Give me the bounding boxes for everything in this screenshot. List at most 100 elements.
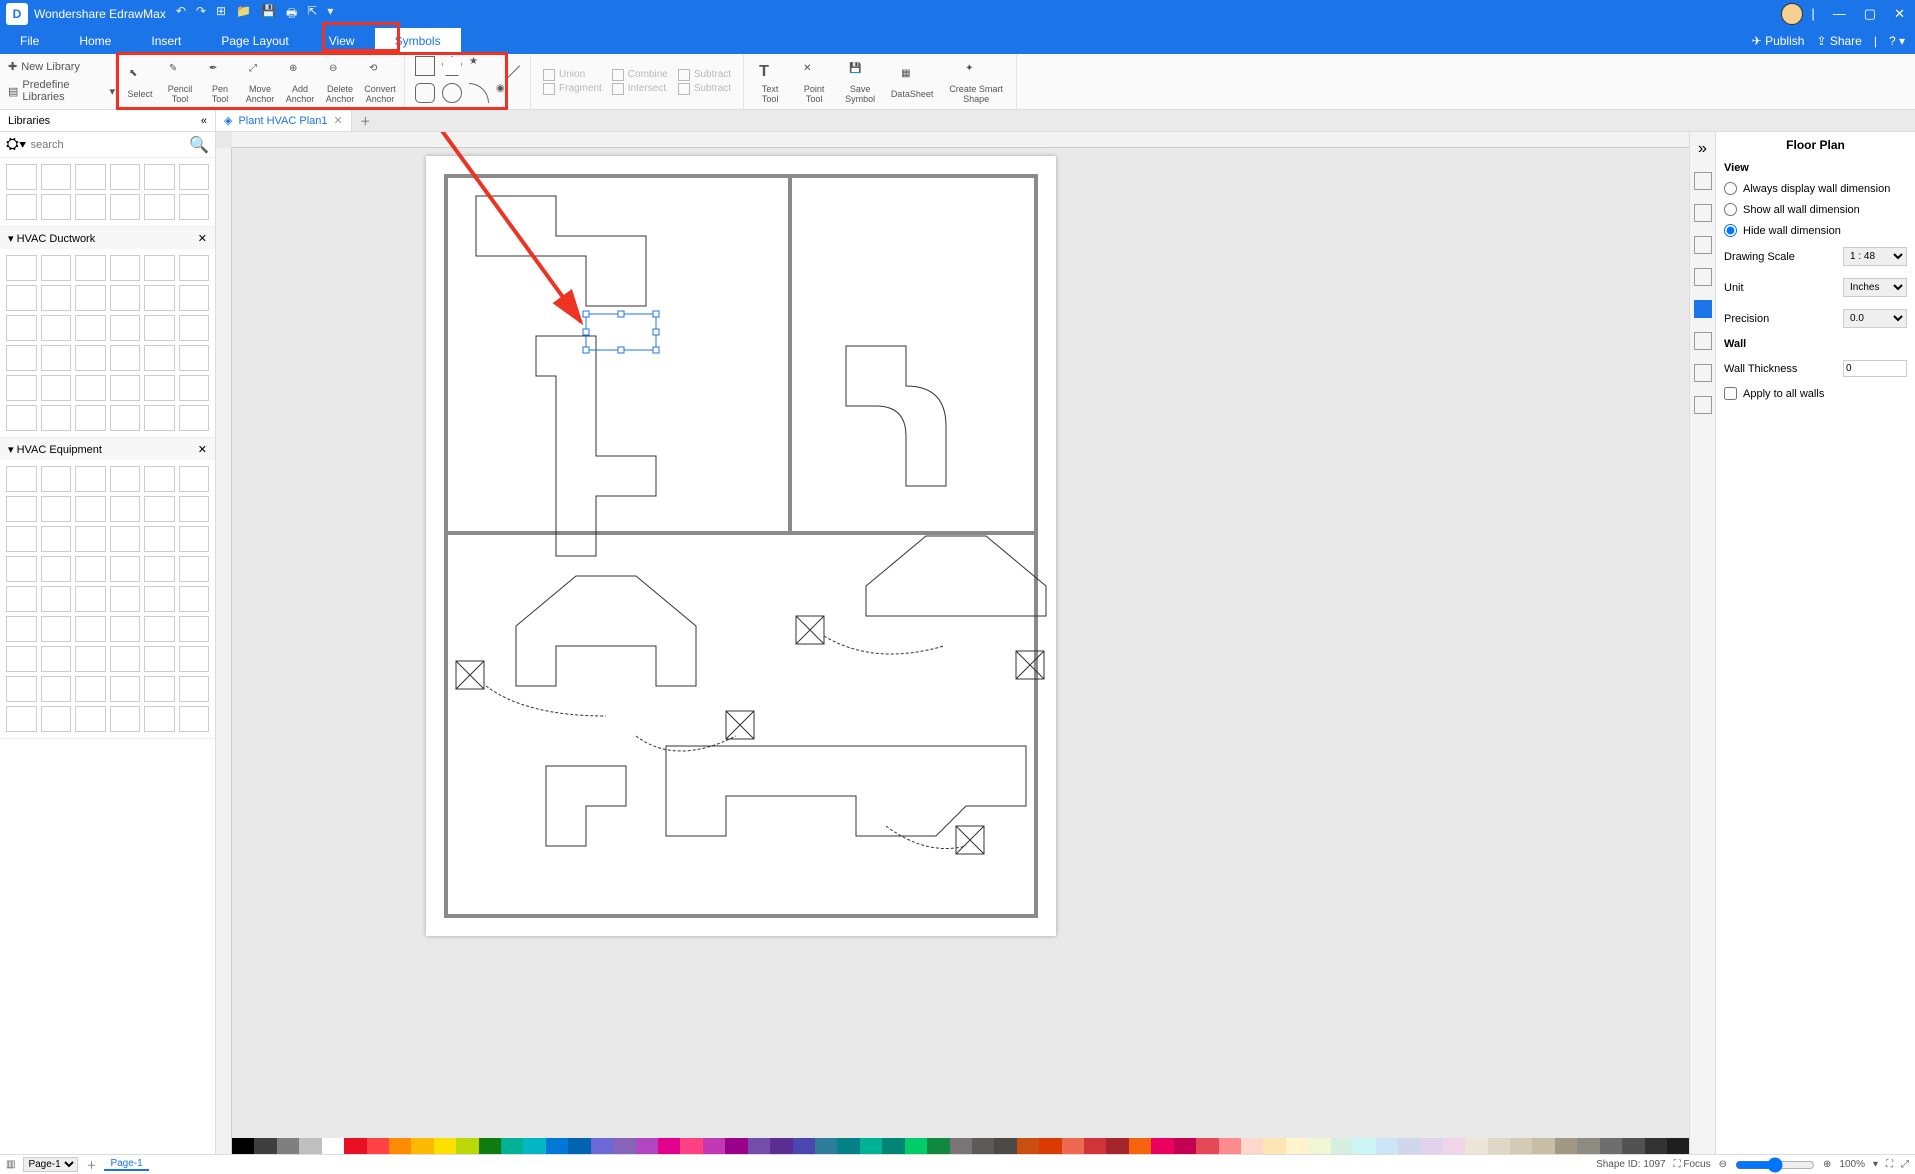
tool-point[interactable]: ✕Point Tool [792,59,836,104]
library-symbol[interactable] [6,345,37,371]
opt-hide[interactable]: Hide wall dimension [1716,220,1915,241]
library-symbol[interactable] [144,556,175,582]
library-symbol[interactable] [6,526,37,552]
precision-select[interactable]: 0.0 [1843,309,1907,328]
pages-layout-icon[interactable]: ▥ [6,1159,15,1170]
color-swatch[interactable] [1443,1138,1465,1154]
color-swatch[interactable] [1510,1138,1532,1154]
library-symbol[interactable] [179,194,210,220]
bool-combine[interactable]: Combine [612,69,668,81]
close-section-icon[interactable]: ✕ [198,232,207,245]
library-symbol[interactable] [41,496,72,522]
fullscreen-icon[interactable]: ⤢ [1901,1159,1909,1170]
color-swatch[interactable] [703,1138,725,1154]
search-input[interactable] [31,139,185,151]
zoom-in-button[interactable]: ⊕ [1823,1159,1831,1170]
color-swatch[interactable] [770,1138,792,1154]
library-symbol[interactable] [110,706,141,732]
new-library-button[interactable]: ✚ New Library [8,60,115,73]
library-symbol[interactable] [144,646,175,672]
color-swatch[interactable] [793,1138,815,1154]
library-symbol[interactable] [144,315,175,341]
library-symbol[interactable] [75,586,106,612]
strip-floorplan-icon[interactable] [1694,300,1712,318]
color-swatch[interactable] [1555,1138,1577,1154]
color-swatch[interactable] [882,1138,904,1154]
shape-circle[interactable] [442,83,462,103]
color-swatch[interactable] [232,1138,254,1154]
library-symbol[interactable] [75,315,106,341]
unit-select[interactable]: Inches [1843,278,1907,297]
library-symbol[interactable] [179,646,210,672]
library-symbol[interactable] [41,255,72,281]
library-symbol[interactable] [41,375,72,401]
color-swatch[interactable] [1196,1138,1218,1154]
library-symbol[interactable] [41,285,72,311]
library-symbol[interactable] [75,466,106,492]
library-symbol[interactable] [110,496,141,522]
library-symbol[interactable] [41,405,72,431]
library-symbol[interactable] [179,556,210,582]
color-swatch[interactable] [367,1138,389,1154]
library-symbol[interactable] [6,164,37,190]
predefine-libraries-button[interactable]: ▤ Predefine Libraries▾ [8,79,115,103]
library-symbol[interactable] [41,676,72,702]
menu-page-layout[interactable]: Page Layout [201,28,308,54]
color-swatch[interactable] [591,1138,613,1154]
library-symbol[interactable] [6,496,37,522]
shape-spiral[interactable]: ◉ [496,83,516,103]
color-swatch[interactable] [1062,1138,1084,1154]
library-symbol[interactable] [179,526,210,552]
menu-insert[interactable]: Insert [131,28,201,54]
search-icon[interactable]: 🔍 [189,135,209,155]
close-section-icon[interactable]: ✕ [198,443,207,456]
library-symbol[interactable] [41,526,72,552]
color-swatch[interactable] [1645,1138,1667,1154]
library-symbol[interactable] [75,164,106,190]
tool-pen[interactable]: ✒Pen Tool [200,59,240,104]
color-swatch[interactable] [1017,1138,1039,1154]
strip-layers-icon[interactable] [1694,236,1712,254]
color-swatch[interactable] [1465,1138,1487,1154]
library-symbol[interactable] [75,194,106,220]
menu-view[interactable]: View [309,28,375,54]
close-icon[interactable]: ✕ [1894,6,1905,22]
library-symbol[interactable] [144,375,175,401]
library-symbol[interactable] [179,405,210,431]
color-swatch[interactable] [254,1138,276,1154]
library-symbol[interactable] [6,194,37,220]
more-icon[interactable]: ▾ [327,4,333,25]
tool-delete-anchor[interactable]: ⊖Delete Anchor [320,59,360,104]
library-symbol[interactable] [41,556,72,582]
library-symbol[interactable] [179,676,210,702]
library-symbol[interactable] [6,556,37,582]
library-symbol[interactable] [110,375,141,401]
bool-subtract2[interactable]: Subtract [678,83,731,95]
library-symbol[interactable] [41,164,72,190]
color-swatch[interactable] [1622,1138,1644,1154]
tool-add-anchor[interactable]: ⊕Add Anchor [280,59,320,104]
library-symbol[interactable] [110,345,141,371]
color-swatch[interactable] [523,1138,545,1154]
library-symbol[interactable] [75,405,106,431]
zoom-out-button[interactable]: ⊖ [1719,1159,1727,1170]
library-symbol[interactable] [75,646,106,672]
library-symbol[interactable] [6,405,37,431]
color-swatch[interactable] [1398,1138,1420,1154]
fit-page-icon[interactable]: ⛶ [1886,1159,1893,1170]
library-symbol[interactable] [110,405,141,431]
color-swatch[interactable] [1151,1138,1173,1154]
opt-always-display[interactable]: Always display wall dimension [1716,178,1915,199]
color-swatch[interactable] [456,1138,478,1154]
color-swatch[interactable] [1084,1138,1106,1154]
color-swatch[interactable] [815,1138,837,1154]
library-symbol[interactable] [75,255,106,281]
color-swatch[interactable] [725,1138,747,1154]
library-symbol[interactable] [179,315,210,341]
tool-datasheet[interactable]: ▦DataSheet [884,64,940,99]
redo-icon[interactable]: ↷ [196,4,206,25]
color-swatch[interactable] [546,1138,568,1154]
tool-move-anchor[interactable]: ⤢Move Anchor [240,59,280,104]
shape-line[interactable] [492,52,520,80]
maximize-icon[interactable]: ▢ [1864,6,1876,22]
